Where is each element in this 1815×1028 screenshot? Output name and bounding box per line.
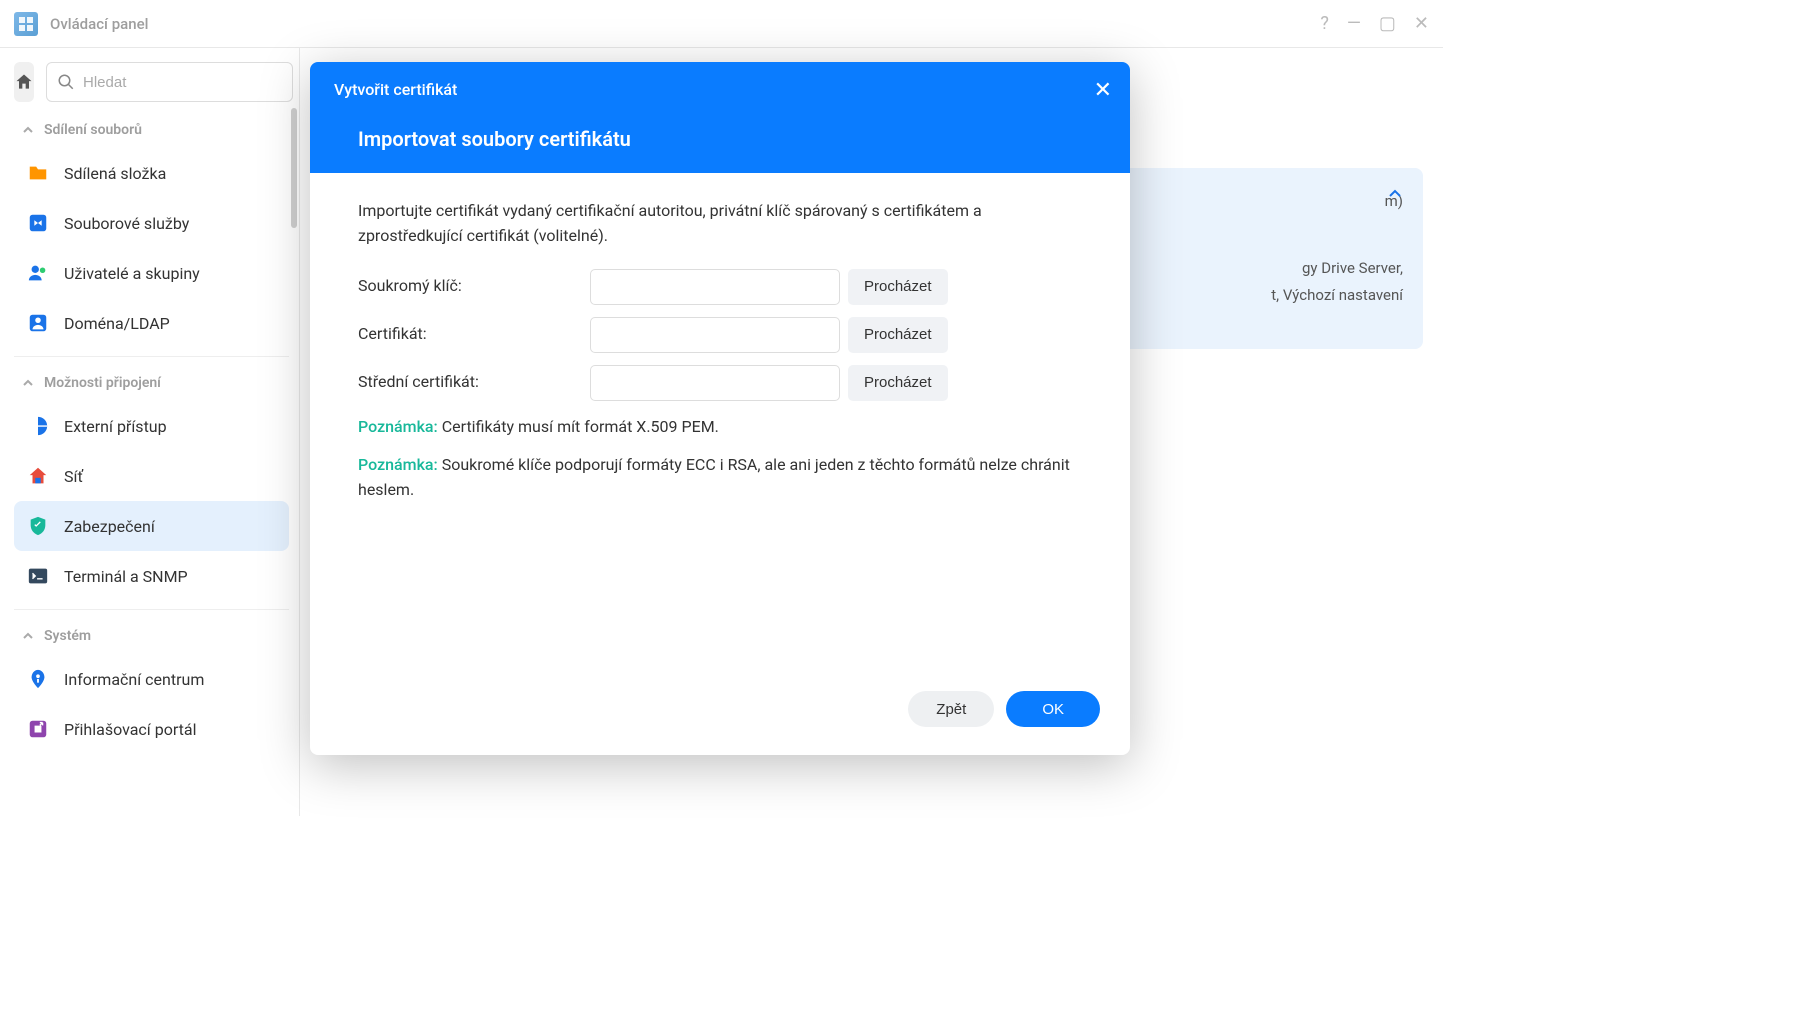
section-label: Možnosti připojení — [44, 375, 161, 391]
label-intermediate: Střední certifikát: — [358, 370, 590, 395]
sidebar-item-login-portal[interactable]: Přihlašovací portál — [14, 704, 289, 754]
ldap-icon — [26, 311, 50, 335]
globe-icon — [26, 414, 50, 438]
titlebar: Ovládací panel ? — ▢ ✕ — [0, 0, 1443, 48]
modal-title: Vytvořit certifikát — [334, 80, 1106, 99]
input-certificate[interactable] — [590, 317, 840, 353]
sidebar-item-security[interactable]: Zabezpečení — [14, 501, 289, 551]
sidebar-item-label: Informační centrum — [64, 670, 204, 689]
file-services-icon — [26, 211, 50, 235]
row-certificate: Certifikát: Procházet — [358, 317, 1082, 353]
chevron-up-icon — [22, 630, 34, 642]
input-intermediate[interactable] — [590, 365, 840, 401]
section-label: Sdílení souborů — [44, 122, 142, 138]
home-button[interactable] — [14, 62, 34, 102]
network-icon — [26, 464, 50, 488]
note-text: Certifikáty musí mít formát X.509 PEM. — [438, 417, 719, 436]
modal-intro: Importujte certifikát vydaný certifikačn… — [358, 199, 1082, 249]
modal-subtitle: Importovat soubory certifikátu — [358, 127, 1106, 151]
row-intermediate: Střední certifikát: Procházet — [358, 365, 1082, 401]
users-icon — [26, 261, 50, 285]
home-icon — [14, 72, 34, 92]
section-system[interactable]: Systém — [14, 618, 289, 654]
note-label: Poznámka: — [358, 455, 438, 474]
terminal-icon — [26, 564, 50, 588]
sidebar-item-label: Externí přístup — [64, 417, 167, 436]
input-private-key[interactable] — [590, 269, 840, 305]
folder-icon — [26, 161, 50, 185]
sidebar-item-file-services[interactable]: Souborové služby — [14, 198, 289, 248]
maximize-icon[interactable]: ▢ — [1379, 13, 1396, 34]
sidebar-item-label: Zabezpečení — [64, 517, 155, 536]
sidebar-item-shared-folder[interactable]: Sdílená složka — [14, 148, 289, 198]
minimize-icon[interactable]: — — [1347, 13, 1361, 34]
section-file-sharing[interactable]: Sdílení souborů — [14, 112, 289, 148]
note-1: Poznámka: Certifikáty musí mít formát X.… — [358, 415, 1082, 440]
label-private-key: Soukromý klíč: — [358, 274, 590, 299]
scrollbar[interactable] — [291, 108, 297, 228]
search-box[interactable] — [46, 62, 293, 102]
note-2: Poznámka: Soukromé klíče podporují formá… — [358, 453, 1082, 503]
create-certificate-modal: Vytvořit certifikát ✕ Importovat soubory… — [310, 62, 1130, 755]
sidebar-item-domain-ldap[interactable]: Doména/LDAP — [14, 298, 289, 348]
info-icon — [26, 667, 50, 691]
chevron-up-icon[interactable] — [1387, 186, 1403, 206]
sidebar-item-terminal[interactable]: Terminál a SNMP — [14, 551, 289, 601]
row-private-key: Soukromý klíč: Procházet — [358, 269, 1082, 305]
sidebar: Sdílení souborů Sdílená složka Souborové… — [0, 48, 300, 816]
sidebar-item-network[interactable]: Síť — [14, 451, 289, 501]
modal-close-button[interactable]: ✕ — [1094, 78, 1112, 103]
modal-header: Vytvořit certifikát ✕ Importovat soubory… — [310, 62, 1130, 173]
window-title: Ovládací panel — [50, 15, 1320, 33]
sidebar-item-label: Souborové služby — [64, 214, 189, 233]
chevron-up-icon — [22, 377, 34, 389]
sidebar-item-label: Terminál a SNMP — [64, 567, 188, 586]
sidebar-item-label: Doména/LDAP — [64, 314, 170, 333]
note-text: Soukromé klíče podporují formáty ECC i R… — [358, 455, 1070, 499]
search-input[interactable] — [83, 74, 282, 91]
sidebar-item-label: Uživatelé a skupiny — [64, 264, 200, 283]
sidebar-item-label: Sdílená složka — [64, 164, 166, 183]
sidebar-item-label: Přihlašovací portál — [64, 720, 196, 739]
modal-footer: Zpět OK — [310, 675, 1130, 755]
chevron-up-icon — [22, 124, 34, 136]
section-label: Systém — [44, 628, 91, 644]
browse-certificate[interactable]: Procházet — [848, 317, 948, 353]
search-icon — [57, 73, 75, 91]
sidebar-item-users-groups[interactable]: Uživatelé a skupiny — [14, 248, 289, 298]
modal-body: Importujte certifikát vydaný certifikačn… — [310, 173, 1130, 675]
help-icon[interactable]: ? — [1320, 13, 1329, 34]
sidebar-item-label: Síť — [64, 467, 83, 486]
portal-icon — [26, 717, 50, 741]
back-button[interactable]: Zpět — [908, 691, 994, 727]
close-icon[interactable]: ✕ — [1414, 13, 1429, 34]
shield-icon — [26, 514, 50, 538]
note-label: Poznámka: — [358, 417, 438, 436]
browse-intermediate[interactable]: Procházet — [848, 365, 948, 401]
app-icon — [14, 12, 38, 36]
section-connectivity[interactable]: Možnosti připojení — [14, 365, 289, 401]
label-certificate: Certifikát: — [358, 322, 590, 347]
ok-button[interactable]: OK — [1006, 691, 1100, 727]
sidebar-item-info-center[interactable]: Informační centrum — [14, 654, 289, 704]
sidebar-item-external-access[interactable]: Externí přístup — [14, 401, 289, 451]
browse-private-key[interactable]: Procházet — [848, 269, 948, 305]
